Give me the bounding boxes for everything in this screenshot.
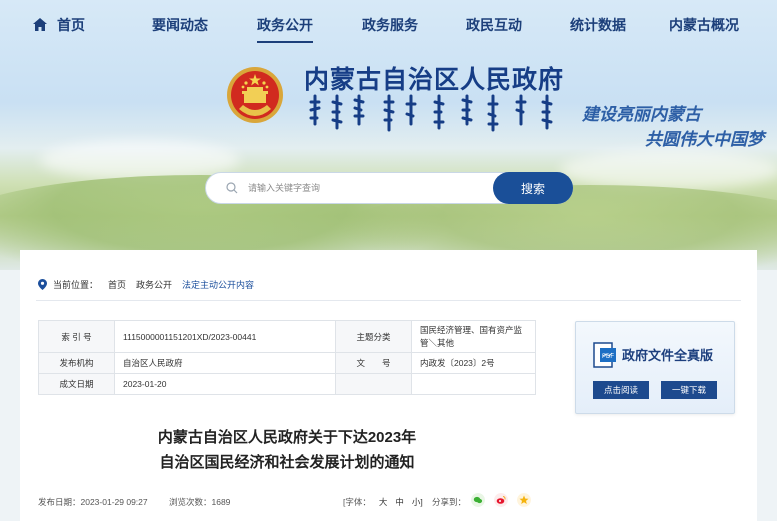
topic-value: 国民经济管理、国有资产监管＼其他 [411, 320, 536, 353]
nav-home[interactable]: 首页 [33, 15, 85, 35]
font-large-button[interactable]: 大 [379, 497, 388, 507]
mongolian-script-logo [309, 94, 553, 132]
nav-news[interactable]: 要闻动态 [152, 15, 208, 35]
svg-text:PDF: PDF [602, 354, 614, 360]
read-button[interactable]: 点击阅读 [593, 381, 649, 399]
date-value: 2023-01-20 [114, 373, 336, 395]
breadcrumb: 当前位置： 首页 政务公开 法定主动公开内容 [38, 278, 264, 291]
divider [36, 300, 741, 301]
share-label: 分享到： [432, 497, 467, 507]
font-size-control: [字体： 大中小] [343, 496, 423, 508]
nav-statistics[interactable]: 统计数据 [570, 15, 626, 35]
issuer-value: 自治区人民政府 [114, 352, 336, 374]
article-title-line-2: 自治区国民经济和社会发展计划的通知 [159, 454, 415, 471]
national-emblem [227, 67, 283, 123]
pdf-document-icon: PDF [593, 342, 616, 368]
slogan-line-2: 共圆伟大中国梦 [645, 130, 764, 150]
document-meta-table: 索 引 号 11150000011512​01XD/2023-00441 主题分… [38, 320, 536, 395]
table-row: 索 引 号 11150000011512​01XD/2023-00441 主题分… [38, 320, 536, 353]
index-label: 索 引 号 [38, 320, 115, 353]
breadcrumb-label: 当前位置： [53, 280, 99, 290]
nav-gov-affairs[interactable]: 政务公开 [257, 15, 313, 43]
main-nav: 首页 要闻动态 政务公开 政务服务 政民互动 统计数据 内蒙古概况 [0, 0, 777, 46]
qzone-icon[interactable] [517, 493, 531, 507]
breadcrumb-home[interactable]: 首页 [108, 278, 126, 291]
docno-label: 文 号 [335, 352, 412, 374]
breadcrumb-current[interactable]: 法定主动公开内容 [182, 278, 254, 291]
share-section: 分享到： [432, 496, 466, 508]
search-input[interactable] [248, 183, 468, 193]
article-info-row: 发布日期：2023-01-29 09:27 浏览次数：1689 [字体： 大中小]… [38, 493, 536, 508]
wechat-icon[interactable] [471, 493, 485, 507]
article-title-line-1: 内蒙古自治区人民政府关于下达2023年 [157, 429, 417, 446]
font-small-button[interactable]: 小] [412, 497, 423, 507]
search-bar: 搜索 [205, 172, 573, 204]
nav-home-label: 首页 [57, 17, 85, 33]
issuer-label: 发布机构 [38, 352, 115, 374]
index-value: 11150000011512​01XD/2023-00441 [114, 320, 336, 353]
topic-label: 主题分类 [335, 320, 412, 353]
site-title: 内蒙古自治区人民政府 [304, 66, 565, 94]
location-pin-icon [38, 279, 47, 290]
weibo-icon[interactable] [494, 493, 508, 507]
docno-value: 内政发〔2023〕2号 [411, 352, 536, 374]
empty-cell [411, 373, 536, 395]
slogan: 建设亮丽内蒙古 共圆伟大中国梦 [582, 100, 764, 150]
table-row: 成文日期 2023-01-20 [38, 373, 536, 395]
slogan-line-1: 建设亮丽内蒙古 [582, 105, 701, 125]
font-medium-button[interactable]: 中 [395, 497, 404, 507]
font-size-label: [字体： [343, 497, 371, 507]
empty-cell [335, 373, 412, 395]
view-count: 浏览次数：1689 [169, 497, 231, 507]
nav-interaction[interactable]: 政民互动 [466, 15, 522, 35]
breadcrumb-gov-affairs[interactable]: 政务公开 [136, 278, 172, 291]
download-button[interactable]: 一键下载 [661, 381, 717, 399]
search-button[interactable]: 搜索 [493, 172, 573, 204]
widget-title: 政府文件全真版 [622, 349, 714, 364]
nav-overview[interactable]: 内蒙古概况 [669, 15, 739, 35]
nav-gov-services[interactable]: 政务服务 [362, 15, 418, 35]
article-title: 内蒙古自治区人民政府关于下达2023年 自治区国民经济和社会发展计划的通知 [38, 425, 536, 475]
full-document-widget: PDF 政府文件全真版 点击阅读 一键下载 [575, 321, 735, 414]
table-row: 发布机构 自治区人民政府 文 号 内政发〔2023〕2号 [38, 352, 536, 374]
home-icon [33, 18, 47, 31]
publish-date: 发布日期：2023-01-29 09:27 [38, 497, 148, 507]
date-label: 成文日期 [38, 373, 115, 395]
search-icon [226, 182, 238, 194]
